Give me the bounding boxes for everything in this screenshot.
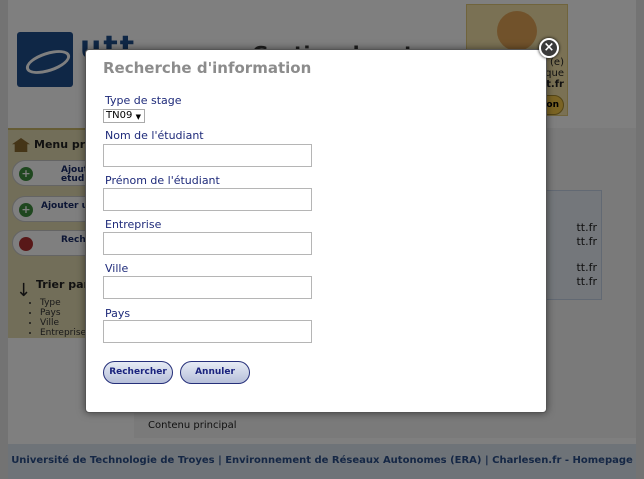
student-firstname-input[interactable] [103, 188, 312, 211]
student-firstname-label: Prénom de l'étudiant [105, 174, 220, 187]
search-button[interactable]: Rechercher [103, 361, 173, 384]
student-name-input[interactable] [103, 144, 312, 167]
country-input[interactable] [103, 320, 312, 343]
city-label: Ville [105, 262, 129, 275]
cancel-button[interactable]: Annuler [180, 361, 250, 384]
type-label: Type de stage [105, 94, 182, 107]
chevron-down-icon: ▼ [135, 113, 141, 121]
close-icon[interactable]: × [539, 38, 559, 58]
company-label: Entreprise [105, 218, 162, 231]
company-input[interactable] [103, 232, 312, 255]
dialog-title: Recherche d'information [103, 59, 312, 77]
city-input[interactable] [103, 276, 312, 299]
student-name-label: Nom de l'étudiant [105, 129, 204, 142]
search-dialog: Recherche d'information Type de stage TN… [85, 49, 547, 413]
type-select-value: TN09 [106, 110, 133, 121]
type-select[interactable]: TN09 ▼ [103, 109, 145, 123]
country-label: Pays [105, 307, 131, 320]
